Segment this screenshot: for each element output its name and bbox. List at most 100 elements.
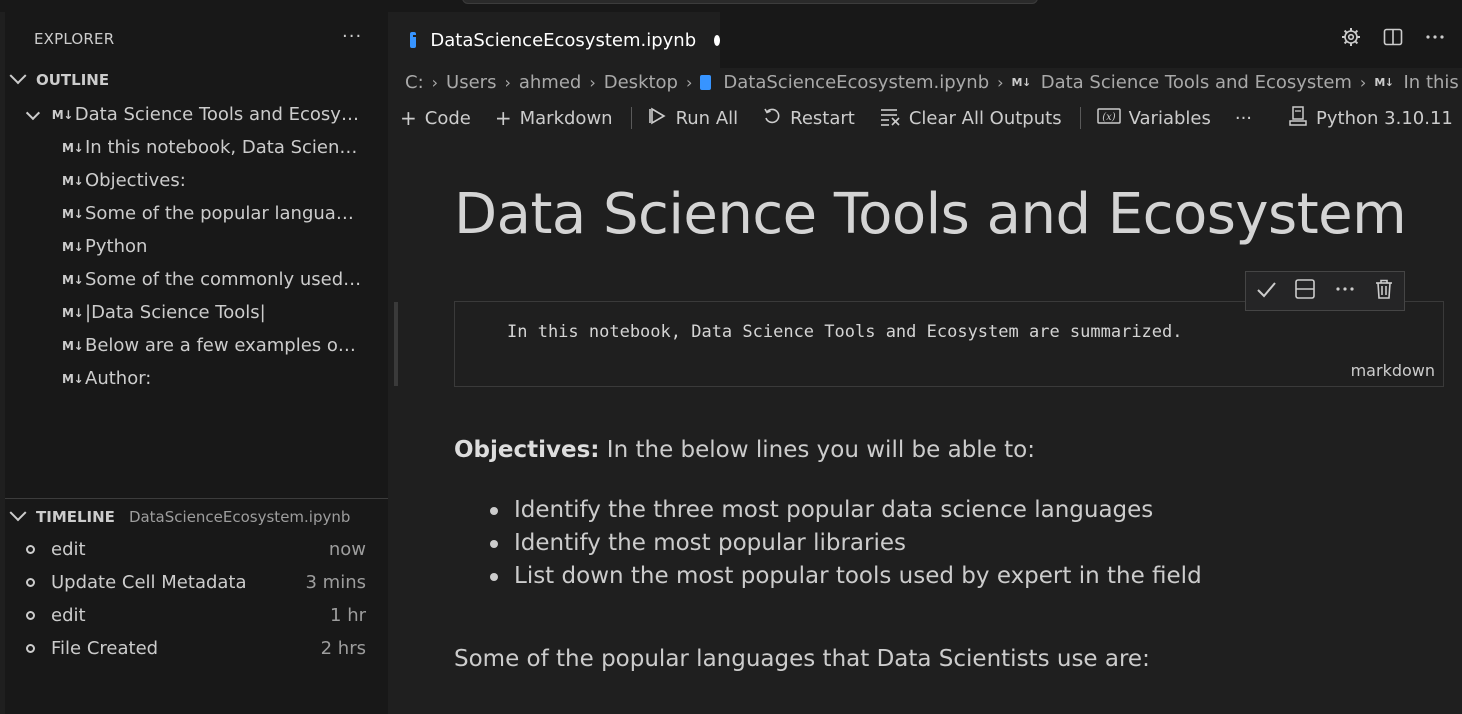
explorer-more-button[interactable]: ···: [342, 26, 362, 47]
outline-item[interactable]: M↓ Objectives:: [62, 164, 362, 197]
outline-item[interactable]: M↓ Some of the commonly used li...: [62, 263, 362, 296]
trash-icon[interactable]: [1373, 278, 1395, 305]
timeline-file: DataScienceEcosystem.ipynb: [128, 508, 351, 526]
split-cell-icon[interactable]: [1294, 278, 1316, 305]
chevron-right-icon: ›: [685, 72, 693, 92]
gear-icon[interactable]: [1340, 26, 1362, 48]
timeline-entry[interactable]: edit 1 hr: [26, 599, 366, 632]
activity-bar-edge: [0, 12, 5, 714]
tab-label: DataScienceEcosystem.ipynb: [430, 29, 697, 51]
timeline-entry[interactable]: File Created 2 hrs: [26, 632, 366, 665]
add-markdown-cell-button[interactable]: + Markdown: [495, 106, 613, 130]
breadcrumb-user[interactable]: ahmed: [519, 72, 581, 93]
outline-item[interactable]: M↓ Below are a few examples of e...: [62, 329, 362, 362]
list-item: Identify the most popular libraries: [490, 527, 1202, 560]
svg-text:(x): (x): [1102, 112, 1116, 123]
breadcrumb-file[interactable]: DataScienceEcosystem.ipynb: [723, 72, 989, 93]
outline-item-root[interactable]: M↓ Data Science Tools and Ecosyst...: [26, 98, 366, 131]
split-editor-icon[interactable]: [1382, 26, 1404, 48]
timeline-header[interactable]: TIMELINE DataScienceEcosystem.ipynb: [9, 504, 351, 528]
markdown-icon: M↓: [62, 239, 84, 254]
outline-item-label: In this notebook, Data Science...: [85, 137, 362, 158]
clear-all-label: Clear All Outputs: [908, 107, 1062, 129]
add-code-label: Code: [424, 107, 471, 129]
cell-language-label[interactable]: markdown: [1351, 361, 1435, 380]
run-all-button[interactable]: Run All: [648, 106, 739, 131]
outline-item[interactable]: M↓ Some of the popular language...: [62, 197, 362, 230]
breadcrumb-users[interactable]: Users: [446, 72, 496, 93]
markdown-icon: M↓: [1374, 75, 1394, 89]
toolbar-more-button[interactable]: ···: [1235, 108, 1252, 129]
timeline-entry-time: now: [328, 539, 366, 560]
more-icon: ···: [1234, 107, 1253, 129]
chevron-right-icon: ›: [589, 72, 596, 92]
add-markdown-label: Markdown: [519, 107, 613, 129]
chevron-down-icon: [26, 105, 40, 120]
tab-notebook[interactable]: DataScienceEcosystem.ipynb: [388, 12, 720, 68]
circle-icon: [26, 611, 35, 620]
outline-item[interactable]: M↓ In this notebook, Data Science...: [62, 131, 362, 164]
sidebar-sash[interactable]: [394, 302, 398, 386]
chevron-right-icon: ›: [504, 72, 511, 92]
toolbar-separator: [1079, 107, 1081, 129]
circle-icon: [26, 644, 35, 653]
objectives-paragraph: Objectives: In the below lines you will …: [454, 437, 1035, 463]
editor-actions: [1340, 26, 1446, 48]
variables-button[interactable]: (x) Variables: [1096, 106, 1211, 131]
command-center[interactable]: [462, 0, 1038, 4]
timeline-entry-time: 1 hr: [330, 605, 366, 626]
restart-button[interactable]: Restart: [762, 106, 855, 131]
outline-item-label: Objectives:: [85, 170, 186, 191]
clear-all-outputs-button[interactable]: Clear All Outputs: [879, 106, 1062, 131]
outline-item-label: Some of the commonly used li...: [85, 269, 362, 290]
run-all-label: Run All: [675, 107, 739, 129]
more-icon[interactable]: [1334, 278, 1356, 305]
markdown-icon: M↓: [62, 338, 84, 353]
sidebar: EXPLORER ··· OUTLINE M↓ Data Science Too…: [0, 12, 388, 714]
kernel-label: Python 3.10.11: [1316, 107, 1453, 129]
outline-item[interactable]: M↓ Author:: [62, 362, 362, 395]
restart-icon: [762, 106, 782, 131]
notebook-toolbar: + Code + Markdown Run All Restart Clear …: [400, 104, 1462, 132]
toolbar-separator: [630, 107, 632, 129]
markdown-icon: M↓: [62, 173, 84, 188]
plus-icon: +: [494, 106, 512, 130]
variables-icon: (x): [1096, 106, 1121, 131]
check-icon[interactable]: [1255, 278, 1277, 305]
markdown-icon: M↓: [62, 140, 84, 155]
notebook-icon: [700, 74, 712, 90]
timeline-header-label: TIMELINE: [36, 508, 115, 526]
timeline-entry-label: File Created: [51, 638, 159, 659]
list-item: Identify the three most popular data sci…: [490, 494, 1202, 527]
kernel-icon: [1288, 105, 1308, 132]
outline-header-label: OUTLINE: [36, 71, 110, 89]
more-actions-icon[interactable]: [1424, 26, 1446, 48]
timeline-entry-label: edit: [51, 539, 86, 560]
chevron-right-icon: ›: [1359, 72, 1367, 92]
section-divider: [5, 498, 388, 499]
outline-item[interactable]: M↓ |Data Science Tools|: [62, 296, 362, 329]
timeline-entry-label: Update Cell Metadata: [51, 572, 247, 593]
unsaved-dot-icon[interactable]: [714, 34, 720, 46]
outline-item[interactable]: M↓ Python: [62, 230, 362, 263]
outline-item-label: Python: [85, 236, 148, 257]
notebook-icon: [410, 32, 420, 48]
add-code-cell-button[interactable]: + Code: [400, 106, 471, 130]
timeline-entry[interactable]: Update Cell Metadata 3 mins: [26, 566, 366, 599]
outline-header[interactable]: OUTLINE: [9, 67, 110, 91]
notebook-heading: Data Science Tools and Ecosystem: [454, 182, 1407, 247]
markdown-cell[interactable]: In this notebook, Data Science Tools and…: [454, 301, 1444, 387]
circle-icon: [26, 578, 35, 587]
timeline-entry-time: 3 mins: [305, 572, 367, 593]
kernel-picker[interactable]: Python 3.10.11: [1288, 105, 1453, 132]
timeline-entry[interactable]: edit now: [26, 533, 366, 566]
outline-item-label: Below are a few examples of e...: [85, 335, 362, 356]
breadcrumb-heading[interactable]: Data Science Tools and Ecosystem: [1041, 72, 1352, 93]
cell-source[interactable]: In this notebook, Data Science Tools and…: [507, 322, 1183, 342]
breadcrumb-folder[interactable]: Desktop: [604, 72, 678, 93]
outline-item-label: |Data Science Tools|: [85, 302, 266, 323]
plus-icon: +: [400, 106, 417, 130]
breadcrumb-subheading[interactable]: In this notebo: [1404, 72, 1462, 93]
breadcrumb-drive[interactable]: C:: [405, 72, 424, 93]
markdown-icon: M↓: [62, 206, 84, 221]
